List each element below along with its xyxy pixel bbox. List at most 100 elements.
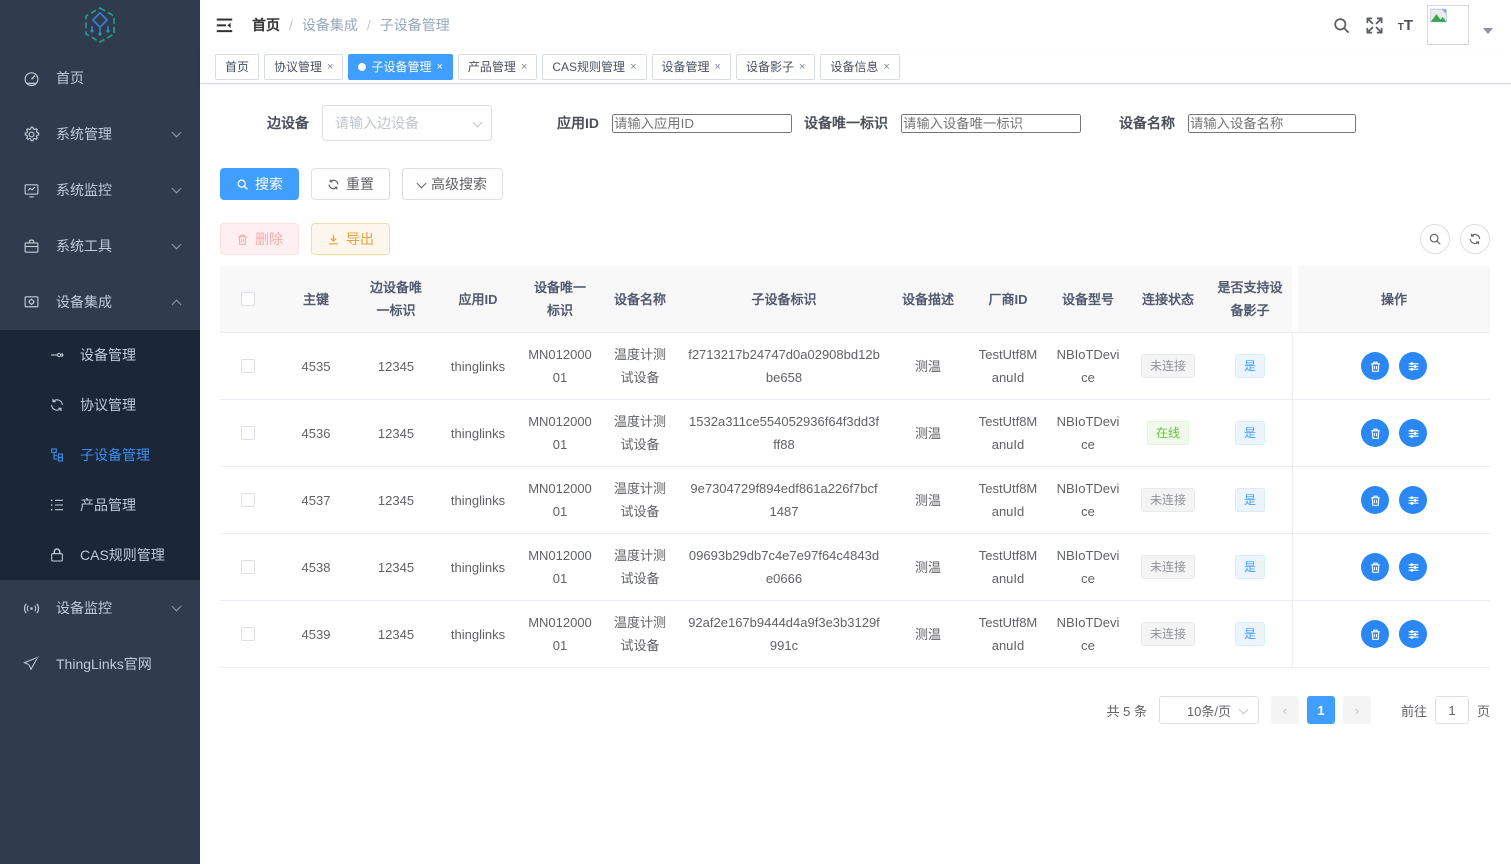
table-row: 4536 12345 thinglinks MN01200001 温度计测试设备… (220, 400, 1490, 467)
tab-close-icon[interactable]: × (521, 61, 527, 73)
sidebar-item-label: 首页 (56, 68, 84, 88)
briefcase-icon (20, 238, 42, 255)
app-id-cell: thinglinks (436, 467, 520, 533)
sub-device-id-cell: f2713217b24747d0a02908bd12bbe658 (680, 333, 888, 399)
row-checkbox[interactable] (241, 359, 255, 373)
sidebar-item-protocol-management[interactable]: 协议管理 (0, 380, 200, 430)
sidebar-item-device-monitor[interactable]: 设备监控 (0, 580, 200, 636)
advanced-search-button[interactable]: 高级搜索 (402, 168, 503, 200)
tab-device-shadow[interactable]: 设备影子× (736, 54, 815, 80)
tab-product-management[interactable]: 产品管理 × (458, 54, 537, 80)
sub-device-id-cell: 92af2e167b9444d4a9f3e3b3129f991c (680, 601, 888, 667)
delete-button[interactable]: 删除 (220, 223, 299, 255)
sidebar-item-thinglinks-website[interactable]: ThingLinks官网 (0, 636, 200, 692)
next-page-button[interactable]: › (1343, 696, 1371, 724)
goto-page-input[interactable] (1435, 696, 1469, 724)
sidebar-item-home[interactable]: 首页 (0, 50, 200, 106)
shadow-badge: 是 (1235, 622, 1265, 646)
device-desc-cell: 测温 (888, 534, 968, 600)
refresh-table-button[interactable] (1460, 224, 1490, 254)
shadow-badge: 是 (1235, 421, 1265, 445)
prev-page-button[interactable]: ‹ (1271, 696, 1299, 724)
sidebar-item-system-tools[interactable]: 系统工具 (0, 218, 200, 274)
edge-device-id-cell: 12345 (356, 400, 436, 466)
edge-device-id-cell: 12345 (356, 467, 436, 533)
sidebar-collapse-icon[interactable] (215, 17, 234, 34)
device-integration-submenu: 设备管理 协议管理 子设备管理 产品管理 (0, 330, 200, 580)
sidebar-item-system-management[interactable]: 系统管理 (0, 106, 200, 162)
tab-close-icon[interactable]: × (327, 61, 333, 73)
tab-device-management[interactable]: 设备管理× (652, 54, 731, 80)
search-icon[interactable] (1332, 16, 1351, 35)
sidebar-item-product-management[interactable]: 产品管理 (0, 480, 200, 530)
user-menu-caret-icon[interactable] (1483, 28, 1493, 34)
edge-device-field-group: 边设备 (267, 105, 492, 141)
row-delete-button[interactable] (1361, 486, 1389, 514)
operation-cell (1298, 534, 1490, 600)
sub-device-id-cell: 09693b29db7c4e7e97f64c4843de0666 (680, 534, 888, 600)
sidebar-item-sub-device-management[interactable]: 子设备管理 (0, 430, 200, 480)
breadcrumb-home[interactable]: 首页 (252, 15, 280, 35)
row-delete-button[interactable] (1361, 620, 1389, 648)
table-body: 4535 12345 thinglinks MN01200001 温度计测试设备… (220, 333, 1490, 668)
select-all-checkbox[interactable] (241, 292, 255, 306)
row-delete-button[interactable] (1361, 419, 1389, 447)
avatar[interactable] (1427, 5, 1469, 45)
fullscreen-icon[interactable] (1365, 16, 1384, 35)
row-checkbox[interactable] (241, 627, 255, 641)
tab-close-icon[interactable]: × (630, 61, 636, 73)
device-model-cell: NBIoTDevice (1048, 467, 1128, 533)
primary-key-cell: 4536 (276, 400, 356, 466)
sidebar-item-cas-rule-management[interactable]: CAS规则管理 (0, 530, 200, 580)
row-config-button[interactable] (1399, 553, 1427, 581)
reset-button[interactable]: 重置 (311, 168, 390, 200)
device-name-input[interactable] (1188, 114, 1356, 133)
row-checkbox[interactable] (241, 426, 255, 440)
tab-label: 产品管理 (468, 58, 516, 75)
tab-close-icon[interactable]: × (883, 61, 889, 73)
column-header: 子设备标识 (680, 266, 888, 332)
search-button[interactable]: 搜索 (220, 168, 299, 200)
chevron-down-icon (1239, 705, 1249, 715)
app-id-input[interactable] (612, 114, 792, 133)
device-desc-cell: 测温 (888, 400, 968, 466)
manufacturer-id-cell: TestUtf8ManuId (968, 534, 1048, 600)
tab-close-icon[interactable]: × (436, 61, 442, 73)
row-checkbox[interactable] (241, 560, 255, 574)
row-delete-button[interactable] (1361, 352, 1389, 380)
tab-close-icon[interactable]: × (799, 61, 805, 73)
toggle-search-button[interactable] (1420, 224, 1450, 254)
tree-icon (46, 447, 68, 463)
device-link-icon (46, 347, 68, 363)
connect-status-cell: 未连接 (1128, 467, 1208, 533)
sliders-icon (1407, 561, 1420, 574)
device-id-cell: MN01200001 (520, 467, 600, 533)
export-button[interactable]: 导出 (311, 223, 390, 255)
tab-home[interactable]: 首页 (215, 54, 259, 80)
row-checkbox[interactable] (241, 493, 255, 507)
trash-icon (1369, 360, 1382, 373)
device-id-field-group: 设备唯一标识 (804, 113, 1081, 133)
tab-protocol-management[interactable]: 协议管理× (264, 54, 343, 80)
row-config-button[interactable] (1399, 352, 1427, 380)
row-config-button[interactable] (1399, 620, 1427, 648)
font-size-icon[interactable]: TT (1398, 17, 1413, 34)
table-toolbar: 删除 导出 (220, 223, 1490, 255)
page-size-select[interactable]: 10条/页 (1159, 696, 1259, 724)
page-number-current[interactable]: 1 (1307, 696, 1335, 724)
tab-cas-rule-management[interactable]: CAS规则管理× (542, 54, 646, 80)
row-delete-button[interactable] (1361, 553, 1389, 581)
edge-device-id-cell: 12345 (356, 601, 436, 667)
row-config-button[interactable] (1399, 486, 1427, 514)
edge-device-select[interactable] (322, 105, 492, 141)
row-config-button[interactable] (1399, 419, 1427, 447)
device-desc-cell: 测温 (888, 333, 968, 399)
device-id-input[interactable] (901, 114, 1081, 133)
sidebar-item-device-management[interactable]: 设备管理 (0, 330, 200, 380)
sidebar-item-system-monitor[interactable]: 系统监控 (0, 162, 200, 218)
tab-device-info[interactable]: 设备信息× (820, 54, 899, 80)
sidebar-item-device-integration[interactable]: 设备集成 (0, 274, 200, 330)
primary-key-cell: 4538 (276, 534, 356, 600)
tab-close-icon[interactable]: × (715, 61, 721, 73)
tab-sub-device-management[interactable]: 子设备管理× (348, 54, 452, 80)
